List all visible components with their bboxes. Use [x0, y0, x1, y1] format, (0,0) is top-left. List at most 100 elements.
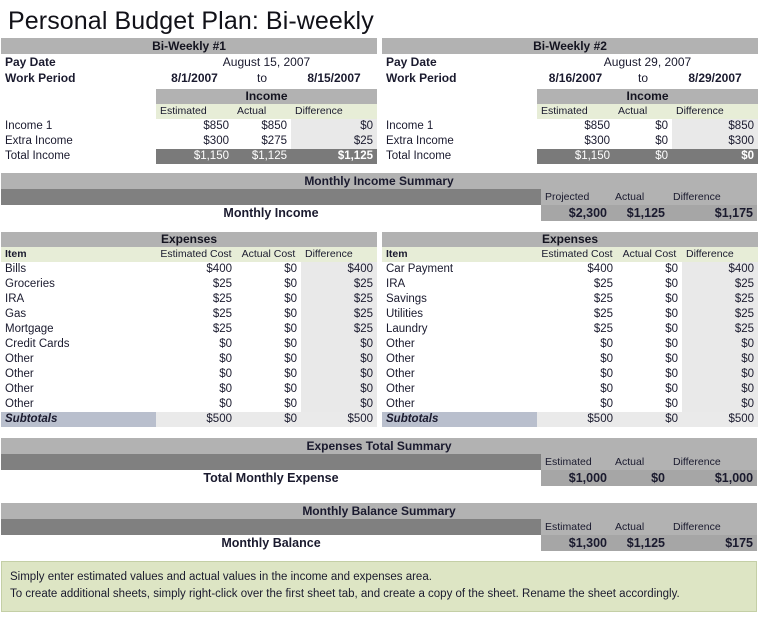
summary-row-label: Total Monthly Expense [1, 470, 541, 486]
expense-estimated[interactable]: $400 [537, 262, 617, 277]
expense-actual[interactable]: $0 [617, 307, 682, 322]
expense-item-label[interactable]: Bills [1, 262, 156, 277]
expense-item-label[interactable]: Other [382, 337, 537, 352]
expense-actual[interactable]: $0 [236, 307, 301, 322]
expense-actual[interactable]: $0 [236, 352, 301, 367]
expense-item-label[interactable]: Car Payment [382, 262, 537, 277]
expense-item-label[interactable]: Other [382, 352, 537, 367]
expense-actual[interactable]: $0 [236, 367, 301, 382]
expense-estimated[interactable]: $25 [156, 322, 236, 337]
expense-actual[interactable]: $0 [617, 397, 682, 412]
expense-item-label[interactable]: Other [382, 397, 537, 412]
expense-estimated[interactable]: $0 [537, 367, 617, 382]
expense-estimated[interactable]: $0 [537, 382, 617, 397]
expense-item-label[interactable]: Other [382, 382, 537, 397]
expense-item-label[interactable]: Utilities [382, 307, 537, 322]
expense-estimated[interactable]: $0 [537, 352, 617, 367]
expense-item-label[interactable]: Other [1, 382, 156, 397]
table-row: Laundry$25$0$25 [382, 322, 758, 337]
expense-estimated[interactable]: $25 [156, 277, 236, 292]
income-estimated[interactable]: $300 [156, 134, 233, 149]
expense-actual[interactable]: $0 [617, 352, 682, 367]
expense-estimated[interactable]: $25 [537, 277, 617, 292]
income-actual[interactable]: $850 [233, 119, 291, 134]
expense-item-label[interactable]: Laundry [382, 322, 537, 337]
expense-estimated[interactable]: $0 [156, 397, 236, 412]
expense-actual[interactable]: $0 [236, 262, 301, 277]
expense-estimated[interactable]: $25 [156, 307, 236, 322]
expense-estimated[interactable]: $400 [156, 262, 236, 277]
expenses-heading: Expenses [1, 232, 377, 247]
expenses-subtotal-label: Subtotals [382, 412, 537, 427]
expense-actual[interactable]: $0 [617, 382, 682, 397]
expense-actual[interactable]: $0 [617, 322, 682, 337]
expense-estimated[interactable]: $0 [537, 397, 617, 412]
expense-actual[interactable]: $0 [236, 322, 301, 337]
work-period-to-label: to [614, 70, 672, 86]
expense-estimated[interactable]: $0 [156, 382, 236, 397]
expense-actual[interactable]: $0 [236, 292, 301, 307]
income-actual[interactable]: $275 [233, 134, 291, 149]
expenses-subtotal-label: Subtotals [1, 412, 156, 427]
summary-col-difference: Difference [669, 454, 757, 470]
income-item-label[interactable]: Income 1 [382, 119, 537, 134]
expense-item-label[interactable]: Other [1, 367, 156, 382]
expenses-col-difference: Difference [682, 247, 758, 262]
expense-estimated[interactable]: $25 [537, 292, 617, 307]
expense-actual[interactable]: $0 [617, 337, 682, 352]
expense-actual[interactable]: $0 [236, 382, 301, 397]
income-item-label[interactable]: Extra Income [382, 134, 537, 149]
expense-estimated[interactable]: $0 [156, 367, 236, 382]
period-heading-row: Bi-Weekly #1 [1, 38, 377, 54]
expenses-panels: Expenses Item Estimated Cost Actual Cost… [0, 232, 758, 427]
table-row: Extra Income $300 $0 $300 [382, 134, 758, 149]
income-item-label[interactable]: Extra Income [1, 134, 156, 149]
income-heading: Income [156, 89, 377, 104]
expenses-col-estimated: Estimated Cost [537, 247, 617, 262]
expense-estimated[interactable]: $25 [537, 307, 617, 322]
pay-date-value[interactable]: August 15, 2007 [156, 54, 377, 70]
expense-actual[interactable]: $0 [236, 397, 301, 412]
expense-estimated[interactable]: $25 [156, 292, 236, 307]
expense-estimated[interactable]: $25 [537, 322, 617, 337]
income-heading: Income [537, 89, 758, 104]
income-item-label[interactable]: Income 1 [1, 119, 156, 134]
work-period-end[interactable]: 8/15/2007 [291, 70, 377, 86]
expense-estimated[interactable]: $0 [156, 352, 236, 367]
expense-difference: $25 [682, 277, 758, 292]
income-estimated[interactable]: $850 [156, 119, 233, 134]
expense-item-label[interactable]: Credit Cards [1, 337, 156, 352]
expense-actual[interactable]: $0 [617, 367, 682, 382]
income-estimated[interactable]: $850 [537, 119, 614, 134]
income-heading-row: Income [382, 89, 758, 104]
expense-item-label[interactable]: Savings [382, 292, 537, 307]
expenses-table-0: Expenses Item Estimated Cost Actual Cost… [1, 232, 377, 427]
expense-item-label[interactable]: Other [382, 367, 537, 382]
expense-actual[interactable]: $0 [236, 277, 301, 292]
work-period-start[interactable]: 8/1/2007 [156, 70, 233, 86]
expense-item-label[interactable]: Mortgage [1, 322, 156, 337]
work-period-end[interactable]: 8/29/2007 [672, 70, 758, 86]
income-actual[interactable]: $0 [614, 134, 672, 149]
work-period-start[interactable]: 8/16/2007 [537, 70, 614, 86]
expense-item-label[interactable]: Groceries [1, 277, 156, 292]
expense-actual[interactable]: $0 [617, 277, 682, 292]
pay-date-value[interactable]: August 29, 2007 [537, 54, 758, 70]
expenses-column-header-row: Item Estimated Cost Actual Cost Differen… [382, 247, 758, 262]
expense-actual[interactable]: $0 [236, 337, 301, 352]
expense-item-label[interactable]: Other [1, 352, 156, 367]
expense-difference: $0 [301, 367, 377, 382]
expense-difference: $0 [301, 337, 377, 352]
expense-actual[interactable]: $0 [617, 292, 682, 307]
expense-item-label[interactable]: IRA [382, 277, 537, 292]
expense-item-label[interactable]: Other [1, 397, 156, 412]
income-difference: $850 [672, 119, 758, 134]
expense-estimated[interactable]: $0 [156, 337, 236, 352]
expense-estimated[interactable]: $0 [537, 337, 617, 352]
expense-difference: $25 [682, 292, 758, 307]
expense-item-label[interactable]: IRA [1, 292, 156, 307]
income-estimated[interactable]: $300 [537, 134, 614, 149]
income-actual[interactable]: $0 [614, 119, 672, 134]
expense-item-label[interactable]: Gas [1, 307, 156, 322]
expense-actual[interactable]: $0 [617, 262, 682, 277]
